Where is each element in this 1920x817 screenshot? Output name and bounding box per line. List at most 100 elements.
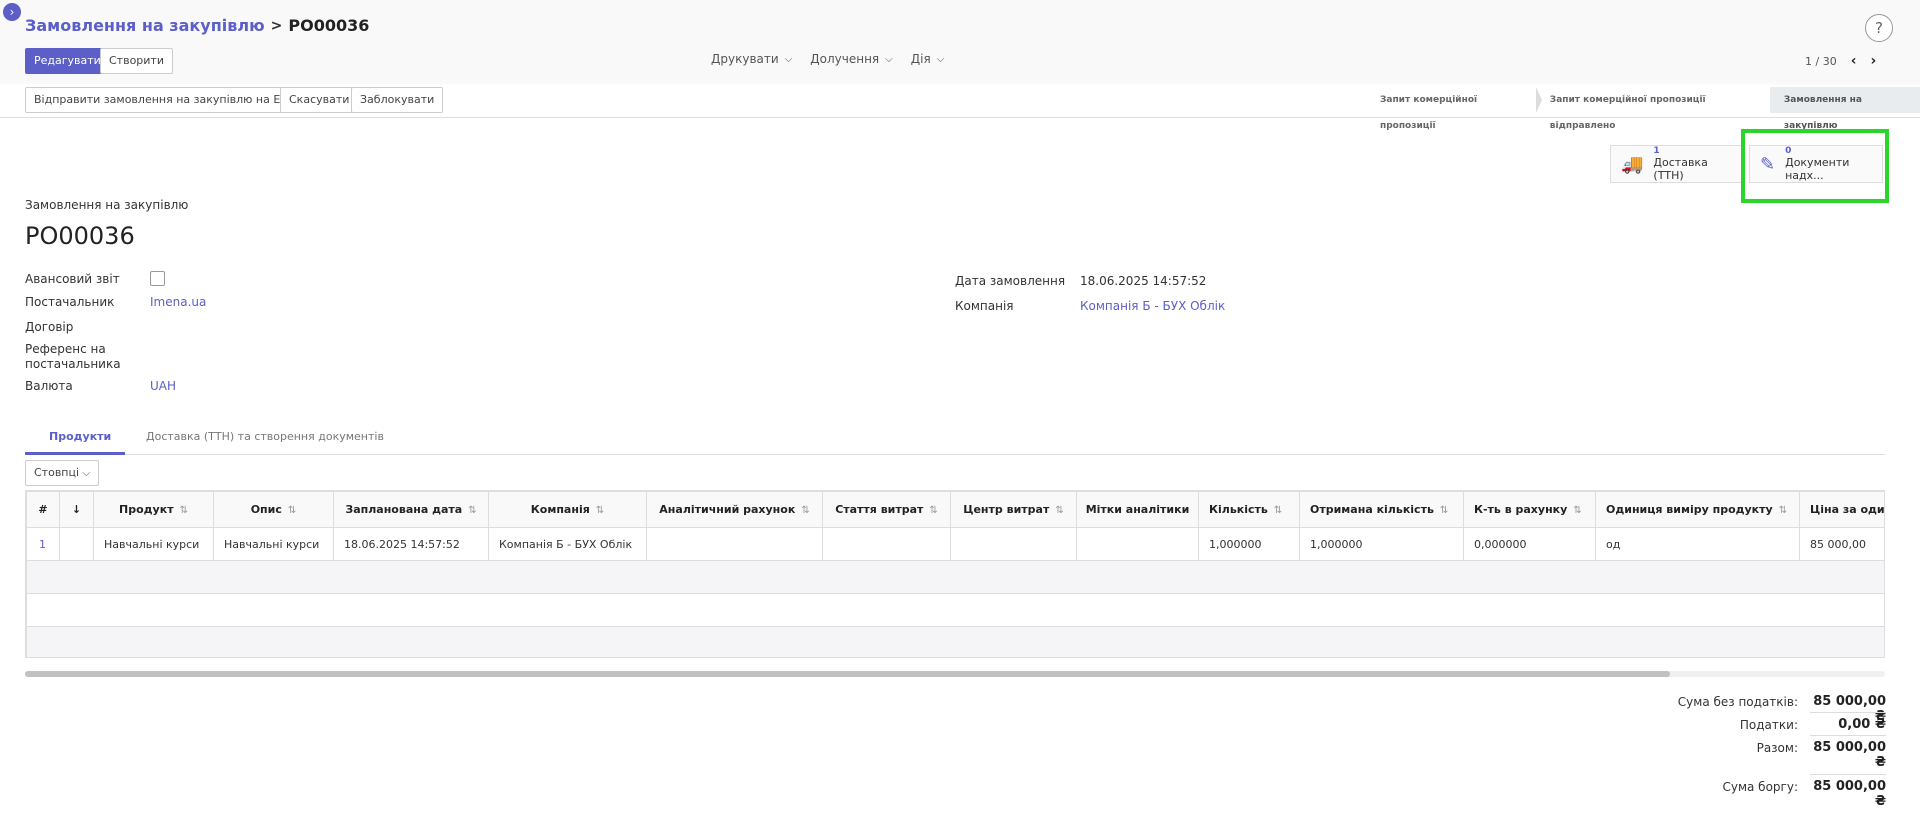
empty-row xyxy=(26,593,1884,627)
company-label: Компанія xyxy=(955,299,1014,313)
row-handle xyxy=(59,527,94,561)
cell-unit-price[interactable]: 85 000,00 xyxy=(1799,527,1884,561)
status-step-rfq-sent[interactable]: Запит комерційної пропозиції відправлено xyxy=(1536,87,1776,131)
cell-planned-date[interactable]: 18.06.2025 14:57:52 xyxy=(333,527,489,561)
record-type: Замовлення на закупівлю xyxy=(25,198,189,212)
scrollbar-thumb[interactable] xyxy=(25,671,1670,677)
supplier-link[interactable]: Imena.ua xyxy=(150,295,206,309)
cell-quantity[interactable]: 1,000000 xyxy=(1198,527,1300,561)
total-value: 85 000,00 ₴ xyxy=(1813,740,1886,770)
advance-label: Авансовий звіт xyxy=(25,272,120,286)
taxes-label: Податки: xyxy=(1739,718,1798,732)
total-divider xyxy=(1810,774,1886,775)
col-analytic-account-label: Аналітичний рахунок xyxy=(659,503,796,516)
advance-checkbox[interactable] xyxy=(150,271,165,286)
order-lines-table: # ↓ Продукт ⇅ Опис ⇅ Запланована дата ⇅ Ком… xyxy=(25,490,1885,658)
tab-active-indicator xyxy=(25,452,125,455)
help-icon[interactable]: ? xyxy=(1865,14,1893,42)
sort-icon: ⇅ xyxy=(801,505,810,516)
expand-menu-icon[interactable]: › xyxy=(3,3,21,21)
debt-value: 85 000,00 ₴ xyxy=(1813,779,1886,809)
notebook-tabs: Продукти Доставка (ТТН) та створення док… xyxy=(25,420,1885,455)
table-row[interactable]: 1 Навчальні курси Навчальні курси 18.06.… xyxy=(26,527,1884,561)
company-link[interactable]: Компанія Б - БУХ Облік xyxy=(1080,299,1225,313)
cancel-button[interactable]: Скасувати xyxy=(280,87,359,113)
col-description[interactable]: Опис ⇅ xyxy=(213,491,334,528)
col-expense-item[interactable]: Стаття витрат ⇅ xyxy=(822,491,951,528)
delivery-smart-button[interactable]: 🚚 1 Доставка (ТТН) xyxy=(1610,145,1744,183)
col-uom[interactable]: Одиниця виміру продукту ⇅ xyxy=(1595,491,1800,528)
action-label: Дія xyxy=(910,52,931,66)
cell-company[interactable]: Компанія Б - БУХ Облік xyxy=(488,527,647,561)
col-cost-center-label: Центр витрат xyxy=(963,503,1050,516)
pager-next-icon[interactable]: › xyxy=(1870,53,1876,69)
chevron-down-icon: ⌵ xyxy=(936,53,945,65)
sort-icon: ⇅ xyxy=(595,505,605,516)
sort-icon: ⇅ xyxy=(179,505,188,516)
cell-uom[interactable]: од xyxy=(1595,527,1800,561)
horizontal-scrollbar[interactable] xyxy=(25,671,1885,677)
col-product[interactable]: Продукт ⇅ xyxy=(93,491,214,528)
status-step-rfq[interactable]: Запит комерційної пропозиції xyxy=(1366,87,1542,131)
col-company-label: Компанія xyxy=(530,503,590,516)
action-dropdown[interactable]: Дія ⌵ xyxy=(911,52,945,66)
create-button[interactable]: Створити xyxy=(100,48,173,74)
col-company[interactable]: Компанія ⇅ xyxy=(488,491,647,528)
sort-icon: ⇅ xyxy=(1573,505,1582,516)
print-dropdown[interactable]: Друкувати ⌵ xyxy=(711,52,792,66)
table-header-row: # ↓ Продукт ⇅ Опис ⇅ Запланована дата ⇅ Ком… xyxy=(26,491,1884,528)
cell-expense-item[interactable] xyxy=(822,527,951,561)
chevron-down-icon: ⌵ xyxy=(784,53,793,65)
empty-row xyxy=(26,626,1884,657)
col-expense-item-label: Стаття витрат xyxy=(835,503,924,516)
sort-icon: ⇅ xyxy=(1055,505,1064,516)
col-analytic-tags[interactable]: Мітки аналітики xyxy=(1076,491,1199,528)
col-quantity[interactable]: Кількість ⇅ xyxy=(1198,491,1300,528)
chevron-down-icon: ⌵ xyxy=(885,53,893,65)
empty-cell xyxy=(26,593,1884,627)
col-product-label: Продукт xyxy=(119,503,174,516)
col-received-qty[interactable]: Отримана кількість ⇅ xyxy=(1299,491,1464,528)
send-email-button[interactable]: Відправити замовлення на закупівлю на Em… xyxy=(25,87,313,113)
tab-delivery[interactable]: Доставка (ТТН) та створення документів xyxy=(146,430,384,443)
empty-cell xyxy=(26,626,1884,657)
total-divider xyxy=(1810,735,1886,736)
cell-description[interactable]: Навчальні курси xyxy=(213,527,334,561)
pager: 1 / 30 ‹ › xyxy=(1805,53,1876,69)
cell-analytic-tags[interactable] xyxy=(1076,527,1199,561)
columns-button[interactable]: Стовпці ⌵ xyxy=(25,460,100,486)
page-title: PO00036 xyxy=(25,222,135,250)
order-lines-grid: # ↓ Продукт ⇅ Опис ⇅ Запланована дата ⇅ Ком… xyxy=(26,491,1884,657)
cell-cost-center[interactable] xyxy=(950,527,1077,561)
untaxed-label: Сума без податків: xyxy=(1677,695,1798,709)
columns-label: Стовпці xyxy=(34,466,80,479)
breadcrumb-parent-link[interactable]: Замовлення на закупівлю xyxy=(25,16,265,35)
highlight-box xyxy=(1741,129,1889,203)
empty-cell xyxy=(26,560,1884,594)
attach-dropdown[interactable]: Долучення ⌵ xyxy=(810,52,892,66)
cell-product[interactable]: Навчальні курси xyxy=(93,527,214,561)
col-cost-center[interactable]: Центр витрат ⇅ xyxy=(950,491,1077,528)
edit-button[interactable]: Редагувати xyxy=(25,48,110,74)
breadcrumb-separator-icon: > xyxy=(270,17,283,34)
col-invoiced-qty[interactable]: К-ть в рахунку ⇅ xyxy=(1463,491,1596,528)
cell-invoiced-qty[interactable]: 0,000000 xyxy=(1463,527,1596,561)
lock-button[interactable]: Заблокувати xyxy=(351,87,444,113)
cell-analytic-account[interactable] xyxy=(646,527,823,561)
currency-link[interactable]: UAH xyxy=(150,379,176,393)
truck-icon: 🚚 xyxy=(1621,153,1644,175)
col-quantity-label: Кількість xyxy=(1209,503,1268,516)
col-num: # xyxy=(26,491,60,528)
pager-prev-icon[interactable]: ‹ xyxy=(1851,53,1857,69)
status-steps: Запит комерційної пропозиції Запит комер… xyxy=(1366,87,1920,131)
tab-products[interactable]: Продукти xyxy=(49,430,111,443)
cell-received-qty[interactable]: 1,000000 xyxy=(1299,527,1464,561)
col-analytic-account[interactable]: Аналітичний рахунок ⇅ xyxy=(646,491,823,528)
order-date-value[interactable]: 18.06.2025 14:57:52 xyxy=(1080,274,1206,288)
print-label: Друкувати xyxy=(711,52,779,66)
col-planned-date[interactable]: Запланована дата ⇅ xyxy=(333,491,489,528)
pager-value[interactable]: 1 / 30 xyxy=(1805,55,1837,68)
col-unit-price[interactable]: Ціна за один xyxy=(1799,491,1884,528)
control-panel xyxy=(0,0,1920,84)
status-step-purchase-order[interactable]: Замовлення на закупівлю xyxy=(1769,87,1920,131)
